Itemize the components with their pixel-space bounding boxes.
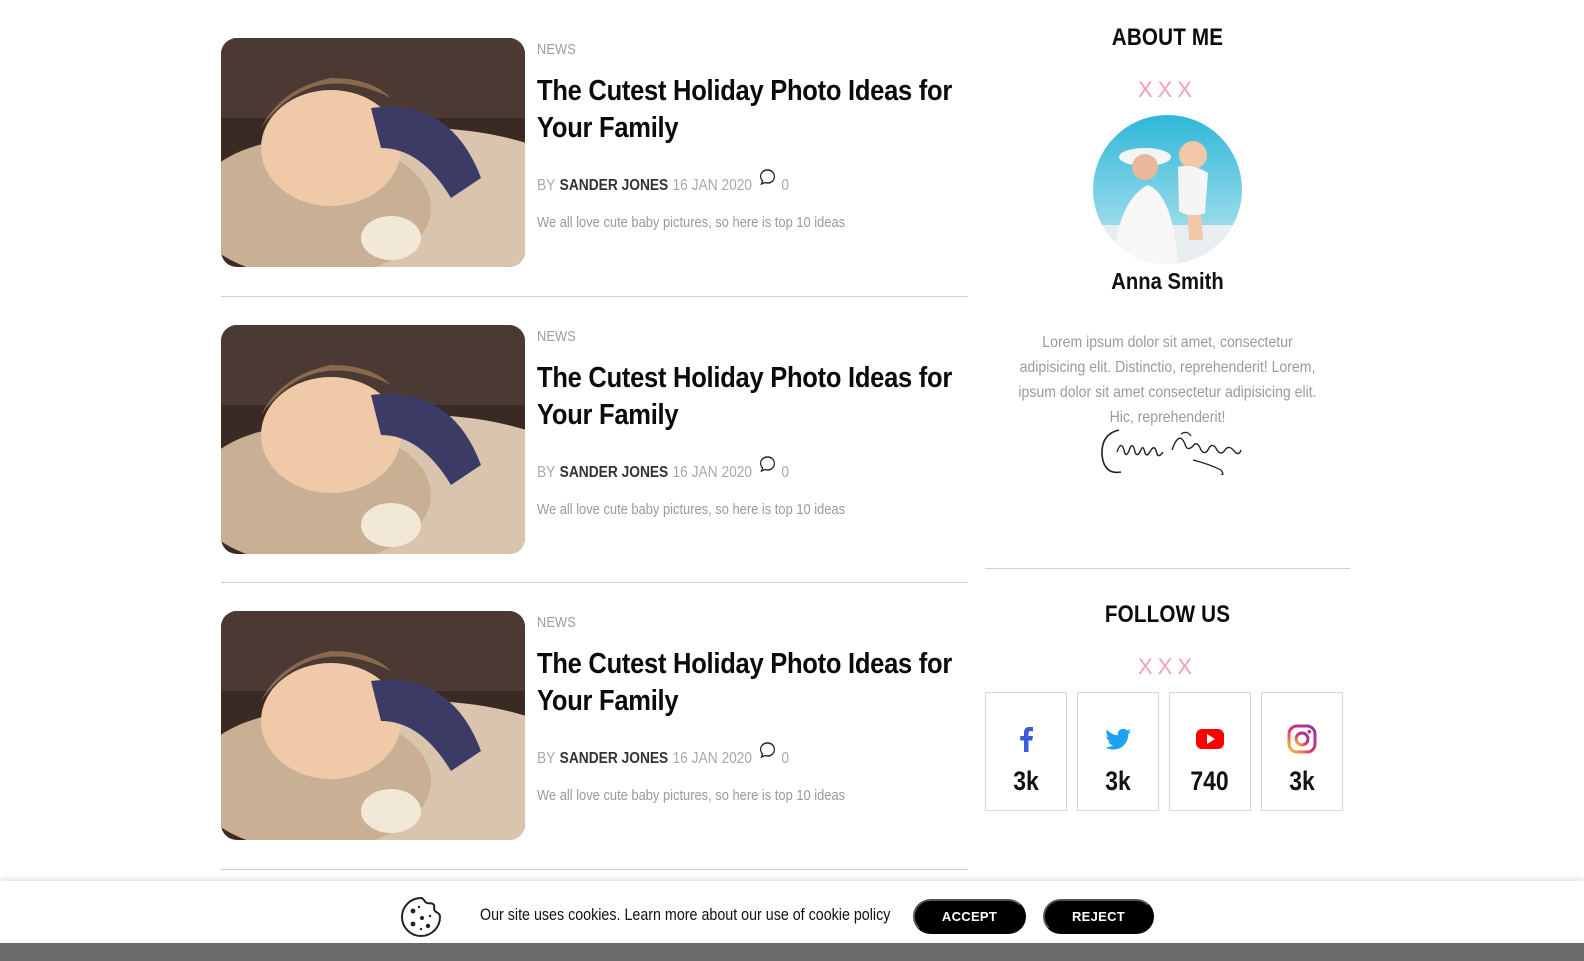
- post-excerpt: We all love cute baby pictures, so here …: [537, 501, 846, 518]
- post-comment-count[interactable]: 0: [781, 464, 789, 482]
- twitter-icon: [1102, 723, 1134, 760]
- twitter-count: 3k: [1105, 766, 1131, 796]
- facebook-link[interactable]: 3k: [985, 692, 1067, 811]
- post-comment-count[interactable]: 0: [781, 750, 789, 768]
- follow-ornament: XXX: [1137, 654, 1198, 679]
- post-list: NEWS The Cutest Holiday Photo Ideas for …: [221, 38, 968, 870]
- post-card: NEWS The Cutest Holiday Photo Ideas for …: [221, 38, 968, 297]
- post-date: 16 JAN 2020: [672, 177, 753, 194]
- post-title[interactable]: The Cutest Holiday Photo Ideas for Your …: [537, 646, 968, 720]
- post-body: NEWS The Cutest Holiday Photo Ideas for …: [537, 611, 968, 804]
- about-title: ABOUT ME: [1111, 24, 1224, 51]
- post-body: NEWS The Cutest Holiday Photo Ideas for …: [537, 325, 968, 518]
- instagram-icon: [1286, 723, 1318, 760]
- author-bio: Lorem ipsum dolor sit amet, consectetur …: [1018, 334, 1317, 426]
- post-meta: BY SANDER JONES 16 JAN 2020 0: [537, 169, 908, 195]
- post-thumbnail[interactable]: [221, 611, 525, 840]
- reject-cookies-button[interactable]: REJECT: [1043, 899, 1154, 934]
- comment-icon: [759, 455, 776, 473]
- post-by-label: BY: [537, 750, 556, 767]
- facebook-count: 3k: [1013, 766, 1039, 796]
- post-excerpt: We all love cute baby pictures, so here …: [537, 787, 846, 804]
- post-meta: BY SANDER JONES 16 JAN 2020 0: [537, 456, 908, 482]
- instagram-link[interactable]: 3k: [1261, 692, 1343, 811]
- post-card: NEWS The Cutest Holiday Photo Ideas for …: [221, 583, 968, 870]
- post-author[interactable]: SANDER JONES: [560, 177, 669, 195]
- comment-icon: [759, 168, 776, 186]
- youtube-link[interactable]: 740: [1169, 692, 1251, 811]
- post-title[interactable]: The Cutest Holiday Photo Ideas for Your …: [537, 73, 968, 147]
- facebook-icon: [1010, 723, 1042, 760]
- post-title[interactable]: The Cutest Holiday Photo Ideas for Your …: [537, 360, 968, 434]
- youtube-icon: [1194, 723, 1226, 760]
- post-comment-count[interactable]: 0: [781, 177, 789, 195]
- post-author[interactable]: SANDER JONES: [560, 464, 669, 482]
- social-links: 3k 3k 740 3k: [985, 692, 1343, 811]
- post-category[interactable]: NEWS: [537, 328, 576, 345]
- post-thumbnail[interactable]: [221, 38, 525, 267]
- post-thumbnail[interactable]: [221, 325, 525, 554]
- youtube-count: 740: [1190, 766, 1230, 796]
- accept-cookies-button[interactable]: ACCEPT: [913, 899, 1026, 934]
- post-meta: BY SANDER JONES 16 JAN 2020 0: [537, 742, 908, 768]
- post-date: 16 JAN 2020: [672, 750, 753, 767]
- post-body: NEWS The Cutest Holiday Photo Ideas for …: [537, 38, 968, 231]
- sidebar-divider: [985, 568, 1350, 569]
- about-ornament: XXX: [1137, 77, 1198, 102]
- instagram-count: 3k: [1289, 766, 1315, 796]
- cookie-message: Our site uses cookies. Learn more about …: [480, 905, 891, 924]
- post-category[interactable]: NEWS: [537, 41, 576, 58]
- signature-image: [1097, 420, 1242, 482]
- author-name: Anna Smith: [1111, 268, 1224, 294]
- follow-title: FOLLOW US: [1104, 601, 1231, 628]
- post-author[interactable]: SANDER JONES: [560, 750, 669, 768]
- bottom-strip: [0, 943, 1584, 961]
- twitter-link[interactable]: 3k: [1077, 692, 1159, 811]
- comment-icon: [759, 741, 776, 759]
- post-by-label: BY: [537, 464, 556, 481]
- post-category[interactable]: NEWS: [537, 614, 576, 631]
- cookie-icon: [400, 896, 442, 938]
- post-by-label: BY: [537, 177, 556, 194]
- cookie-banner: Our site uses cookies. Learn more about …: [0, 881, 1584, 943]
- post-date: 16 JAN 2020: [672, 464, 753, 481]
- post-card: NEWS The Cutest Holiday Photo Ideas for …: [221, 297, 968, 583]
- post-excerpt: We all love cute baby pictures, so here …: [537, 214, 846, 231]
- avatar: [1093, 115, 1242, 264]
